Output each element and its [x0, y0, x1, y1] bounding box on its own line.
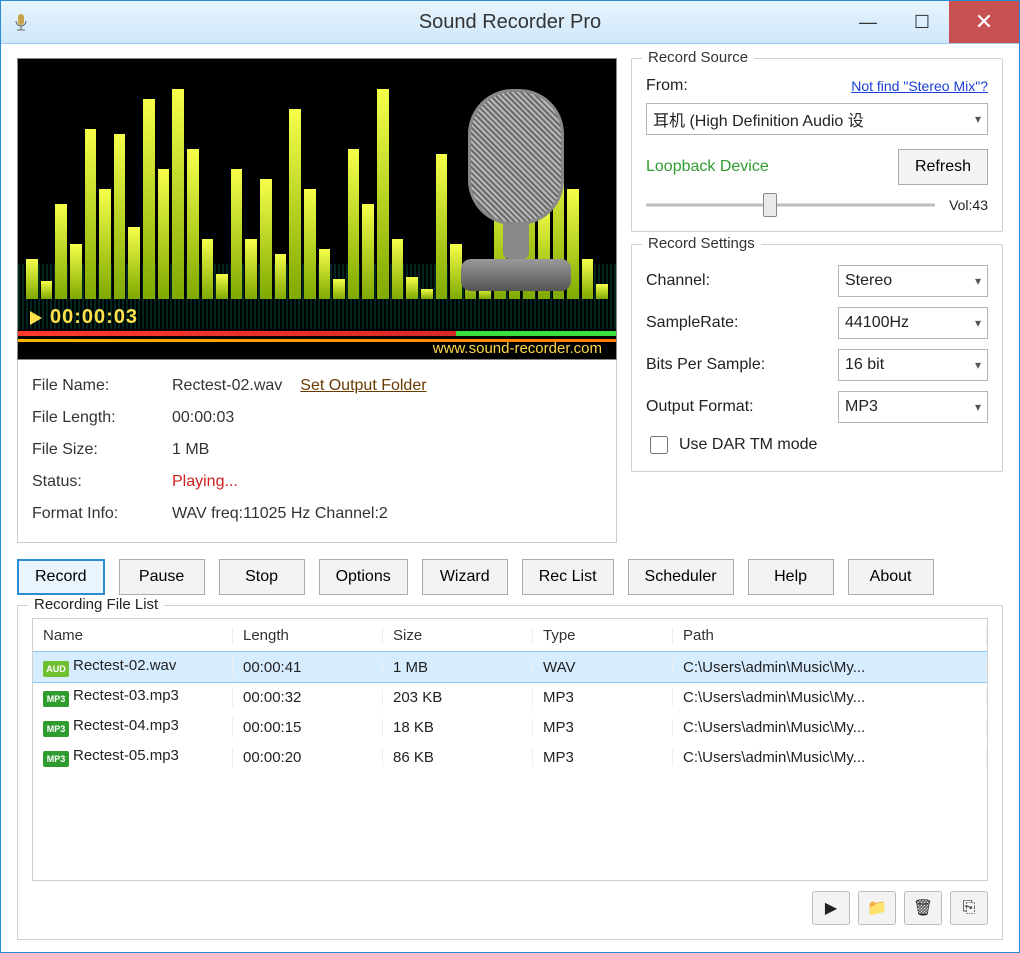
col-name[interactable]: Name: [33, 627, 233, 644]
samplerate-label: SampleRate:: [646, 314, 739, 332]
website-label: www.sound-recorder.com: [433, 340, 602, 357]
export-icon: ⎘: [963, 899, 976, 917]
col-length[interactable]: Length: [233, 627, 383, 644]
close-button[interactable]: ✕: [949, 1, 1019, 43]
source-device-select[interactable]: 耳机 (High Definition Audio 设 ▾: [646, 103, 988, 135]
set-output-folder-link[interactable]: Set Output Folder: [300, 377, 426, 395]
maximize-button[interactable]: ☐: [895, 1, 949, 43]
file-length-label: File Length:: [32, 409, 172, 427]
file-info-panel: File Name: Rectest-02.wav Set Output Fol…: [17, 360, 617, 543]
bits-label: Bits Per Sample:: [646, 356, 765, 374]
recording-file-list-legend: Recording File List: [28, 596, 164, 613]
titlebar[interactable]: Sound Recorder Pro — ☐ ✕: [1, 1, 1019, 44]
table-row[interactable]: MP3Rectest-03.mp300:00:32203 KBMP3C:\Use…: [33, 682, 987, 712]
table-row[interactable]: MP3Rectest-05.mp300:00:2086 KBMP3C:\User…: [33, 742, 987, 772]
app-window: Sound Recorder Pro — ☐ ✕ 00:00:03 www.so…: [0, 0, 1020, 953]
microphone-graphic: [456, 89, 576, 309]
record-source-group: Record Source From: Not find "Stereo Mix…: [631, 58, 1003, 232]
volume-label: Vol:43: [949, 197, 988, 213]
delete-icon-button[interactable]: 🗑: [904, 891, 942, 925]
file-name-label: File Name:: [32, 377, 172, 395]
help-button[interactable]: Help: [748, 559, 834, 595]
stop-button[interactable]: Stop: [219, 559, 305, 595]
chevron-down-icon: ▾: [975, 112, 981, 126]
bits-select[interactable]: 16 bit▾: [838, 349, 988, 381]
waveform-display: 00:00:03 www.sound-recorder.com: [17, 58, 617, 360]
about-button[interactable]: About: [848, 559, 934, 595]
recording-file-list-group: Recording File List Name Length Size Typ…: [17, 605, 1003, 940]
play-icon: ▶: [825, 898, 837, 918]
recording-file-table[interactable]: Name Length Size Type Path AUDRectest-02…: [32, 618, 988, 881]
export-icon-button[interactable]: ⎘: [950, 891, 988, 925]
samplerate-select[interactable]: 44100Hz▾: [838, 307, 988, 339]
play-icon-button[interactable]: ▶: [812, 891, 850, 925]
loopback-device-label: Loopback Device: [646, 158, 769, 176]
folder-icon: 📁: [867, 898, 887, 918]
pause-button[interactable]: Pause: [119, 559, 205, 595]
app-icon: [11, 12, 31, 32]
file-size-label: File Size:: [32, 441, 172, 459]
channel-select[interactable]: Stereo▾: [838, 265, 988, 297]
file-type-icon: MP3: [43, 691, 69, 707]
trash-icon: 🗑: [913, 898, 933, 918]
table-row[interactable]: MP3Rectest-04.mp300:00:1518 KBMP3C:\User…: [33, 712, 987, 742]
file-length-value: 00:00:03: [172, 409, 234, 427]
record-settings-legend: Record Settings: [642, 235, 761, 252]
col-size[interactable]: Size: [383, 627, 533, 644]
chevron-down-icon: ▾: [975, 274, 981, 288]
scheduler-button[interactable]: Scheduler: [628, 559, 734, 595]
format-info-value: WAV freq:11025 Hz Channel:2: [172, 505, 388, 523]
chevron-down-icon: ▾: [975, 358, 981, 372]
file-type-icon: MP3: [43, 721, 69, 737]
main-button-bar: Record Pause Stop Options Wizard Rec Lis…: [17, 559, 1003, 595]
reclist-button[interactable]: Rec List: [522, 559, 614, 595]
record-button[interactable]: Record: [17, 559, 105, 595]
chevron-down-icon: ▾: [975, 400, 981, 414]
chevron-down-icon: ▾: [975, 316, 981, 330]
dar-mode-checkbox[interactable]: Use DAR TM mode: [646, 433, 988, 457]
file-type-icon: MP3: [43, 751, 69, 767]
open-folder-icon-button[interactable]: 📁: [858, 891, 896, 925]
stereo-mix-help-link[interactable]: Not find "Stereo Mix"?: [851, 78, 988, 94]
dar-mode-input[interactable]: [650, 436, 668, 454]
file-type-icon: AUD: [43, 661, 69, 677]
recording-timer: 00:00:03: [30, 306, 138, 329]
format-info-label: Format Info:: [32, 505, 172, 523]
channel-label: Channel:: [646, 272, 710, 290]
output-format-label: Output Format:: [646, 398, 754, 416]
from-label: From:: [646, 77, 688, 95]
options-button[interactable]: Options: [319, 559, 408, 595]
minimize-button[interactable]: —: [841, 1, 895, 43]
col-type[interactable]: Type: [533, 627, 673, 644]
record-source-legend: Record Source: [642, 49, 754, 66]
volume-slider[interactable]: [646, 193, 935, 217]
status-value: Playing...: [172, 473, 238, 491]
file-name-value: Rectest-02.wav: [172, 377, 282, 395]
output-format-select[interactable]: MP3▾: [838, 391, 988, 423]
status-label: Status:: [32, 473, 172, 491]
refresh-button[interactable]: Refresh: [898, 149, 988, 185]
record-settings-group: Record Settings Channel: Stereo▾ SampleR…: [631, 244, 1003, 472]
wizard-button[interactable]: Wizard: [422, 559, 508, 595]
col-path[interactable]: Path: [673, 627, 987, 644]
file-size-value: 1 MB: [172, 441, 209, 459]
table-row[interactable]: AUDRectest-02.wav00:00:411 MBWAVC:\Users…: [33, 652, 987, 682]
